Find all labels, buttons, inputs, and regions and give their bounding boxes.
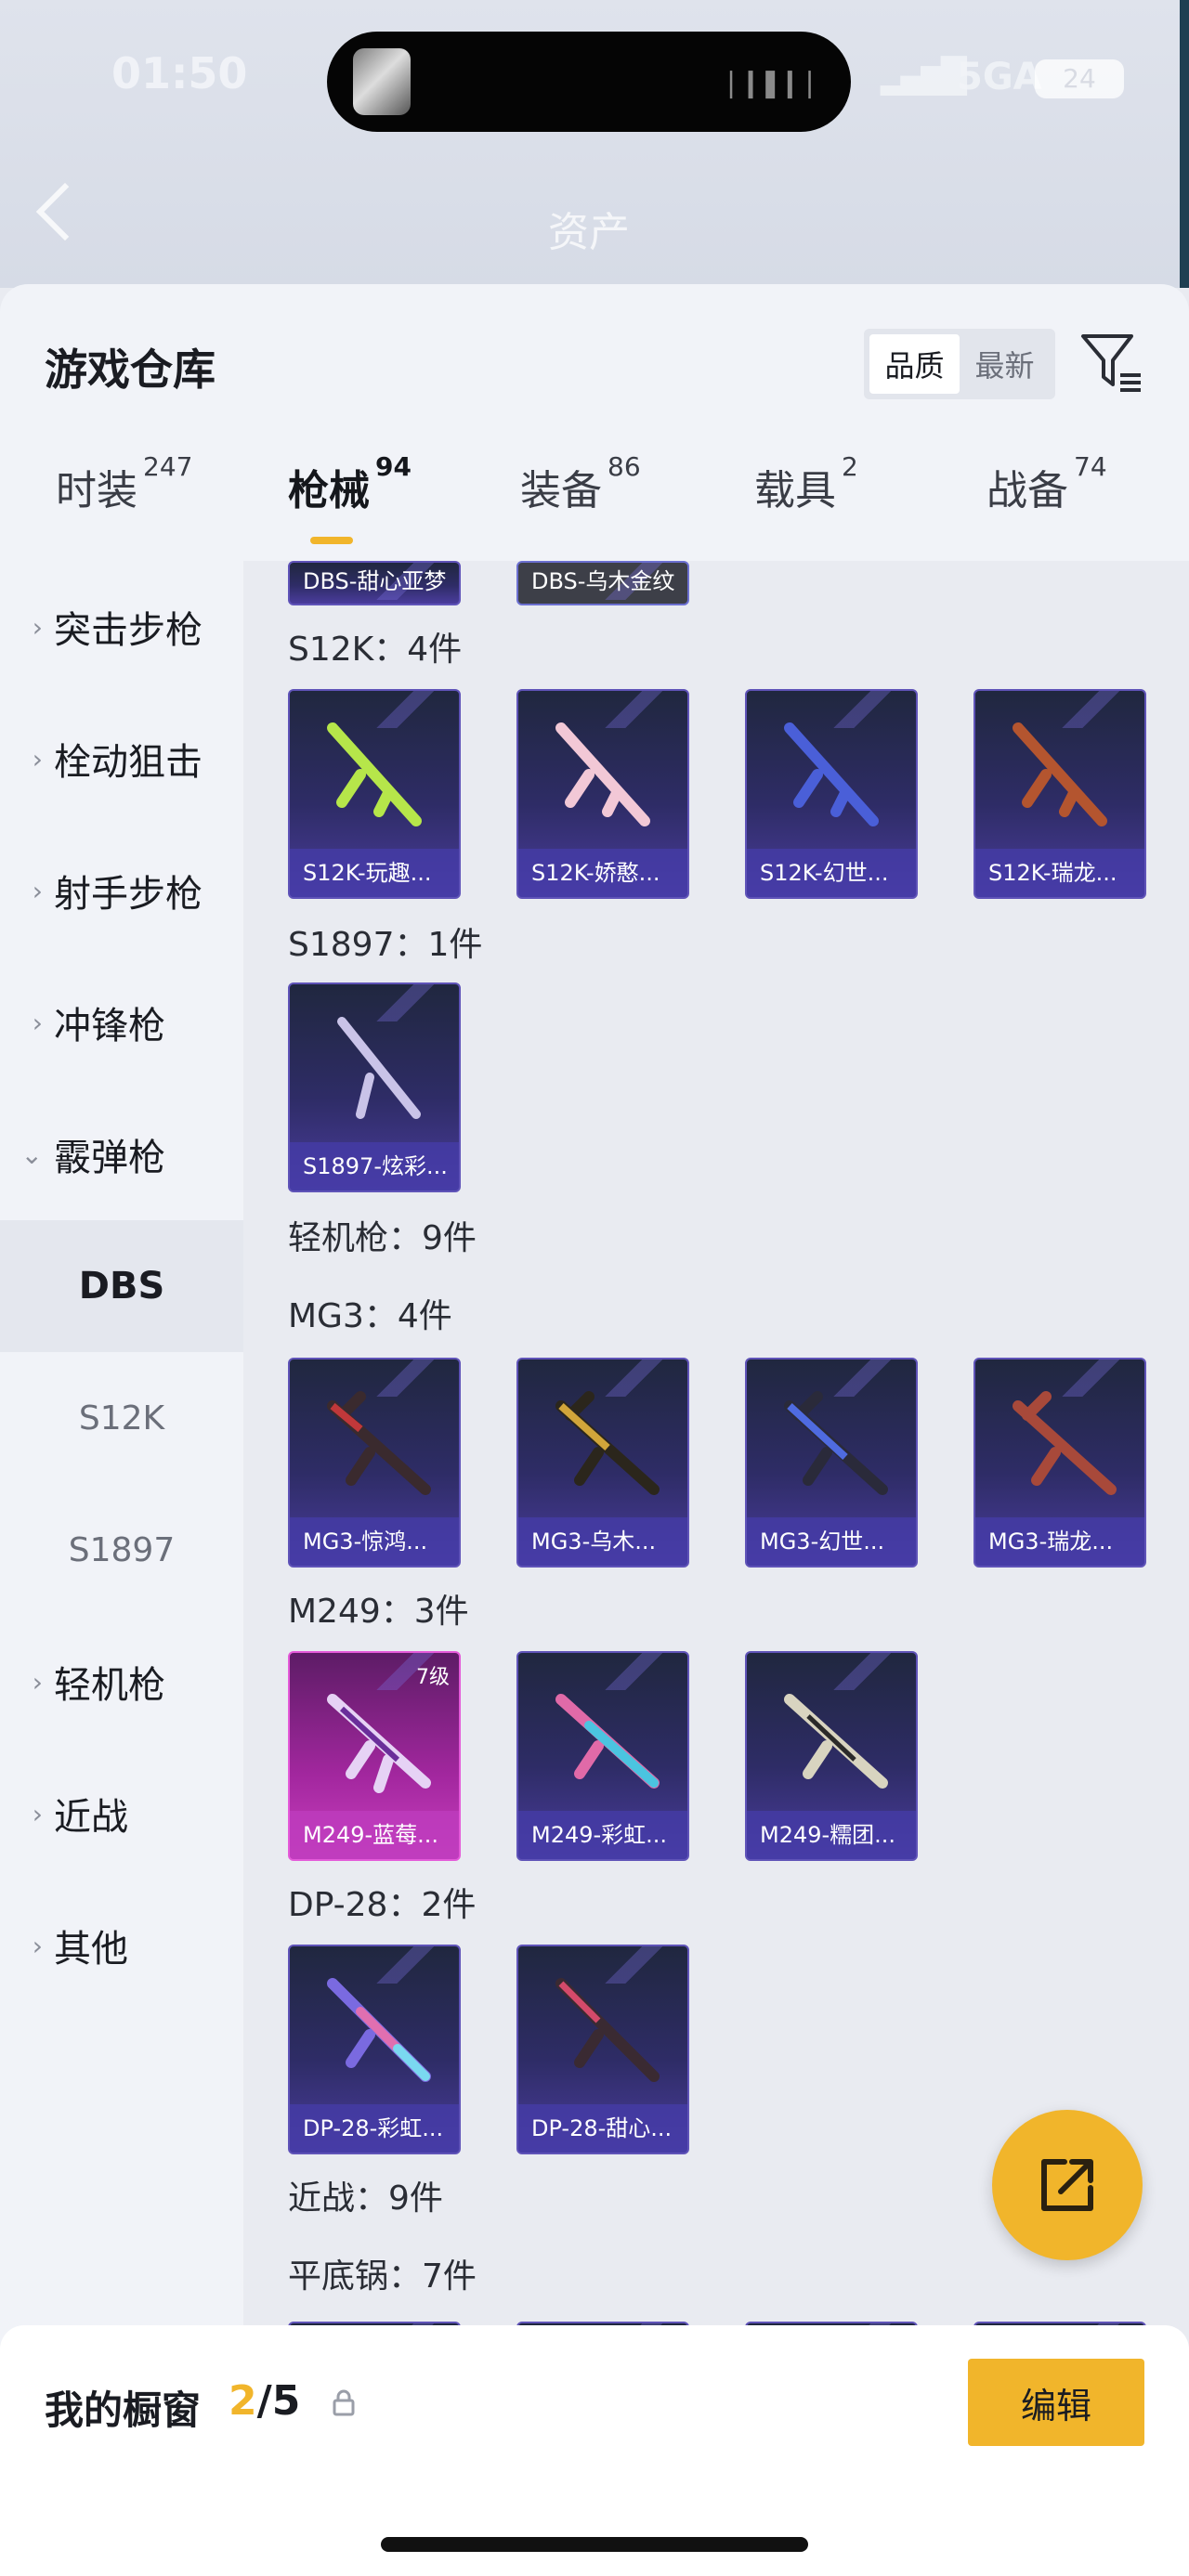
chevron-right-icon: › xyxy=(32,1798,43,1829)
weapon-grid: DBS-甜心亚梦 DBS-乌木金纹 S12K：4件 S12K-玩趣... S12… xyxy=(243,561,1189,2576)
sidebar-sub-dbs[interactable]: DBS xyxy=(0,1220,243,1352)
machine-gun-icon xyxy=(327,1694,431,1793)
chevron-right-icon: › xyxy=(32,743,43,774)
chevron-right-icon: › xyxy=(32,611,43,643)
weapon-tile[interactable]: M249-糯团... xyxy=(745,1651,918,1861)
signal-icon: ▂▄▆█ xyxy=(881,58,967,96)
weapon-tile[interactable]: S12K-幻世... xyxy=(745,689,918,899)
group-heading-s12k: S12K：4件 xyxy=(288,631,463,669)
weapon-tile[interactable]: DBS-乌木金纹 xyxy=(516,561,689,605)
tab-outfits[interactable]: 时装247 xyxy=(56,451,192,516)
sidebar-item-assault-rifle[interactable]: › 突击步枪 xyxy=(0,561,243,693)
machine-gun-icon xyxy=(784,1391,888,1495)
share-icon xyxy=(1041,2159,1093,2211)
now-playing-thumbnail xyxy=(353,48,411,115)
network-type: 5GA xyxy=(957,56,1042,98)
sidebar-item-lmg[interactable]: › 轻机枪 xyxy=(0,1616,243,1748)
audio-wave-icon: ❘❙❚❙❘ xyxy=(719,67,821,99)
showcase-count: 2/5 xyxy=(229,2377,301,2425)
sidebar-sub-s1897[interactable]: S1897 xyxy=(0,1484,243,1616)
home-indicator xyxy=(381,2537,808,2552)
sidebar-item-shotgun[interactable]: ⌄ 霰弹枪 xyxy=(0,1088,243,1220)
group-heading-lmg: 轻机枪：9件 xyxy=(288,1219,477,1257)
group-heading-dp28: DP-28：2件 xyxy=(288,1886,477,1924)
weapon-tile[interactable]: MG3-瑞龙... xyxy=(973,1358,1146,1568)
machine-gun-icon xyxy=(555,1694,660,1789)
battery-icon: 24 xyxy=(1035,59,1124,98)
active-tab-indicator xyxy=(310,537,353,544)
tab-supplies[interactable]: 战备74 xyxy=(986,451,1107,516)
weapon-tile[interactable]: M249-彩虹... xyxy=(516,1651,689,1861)
sheet-title: 游戏仓库 xyxy=(45,345,216,395)
shotgun-icon xyxy=(337,1017,421,1119)
showcase-label: 我的橱窗 xyxy=(45,2387,202,2433)
sidebar-sub-s12k[interactable]: S12K xyxy=(0,1352,243,1484)
sort-newest-button[interactable]: 最新 xyxy=(960,334,1050,394)
group-heading-mg3: MG3：4件 xyxy=(288,1297,452,1335)
group-heading-melee: 近战：9件 xyxy=(288,2179,443,2218)
shotgun-icon xyxy=(784,722,879,826)
weapon-tile[interactable]: S12K-娇憨... xyxy=(516,689,689,899)
machine-gun-icon xyxy=(555,1391,660,1495)
chevron-right-icon: › xyxy=(32,875,43,906)
chevron-right-icon: › xyxy=(32,1666,43,1698)
sidebar-item-smg[interactable]: › 冲锋枪 xyxy=(0,956,243,1088)
tab-guns[interactable]: 枪械94 xyxy=(288,451,412,516)
weapon-tile[interactable]: 7级 M249-蓝莓... xyxy=(288,1651,461,1861)
weapon-tile[interactable]: MG3-乌木... xyxy=(516,1358,689,1568)
sidebar-item-bolt-sniper[interactable]: › 栓动狙击 xyxy=(0,693,243,825)
sort-quality-button[interactable]: 品质 xyxy=(869,334,960,394)
machine-gun-icon xyxy=(327,1391,431,1495)
sidebar-item-marksman-rifle[interactable]: › 射手步枪 xyxy=(0,825,243,956)
edit-button[interactable]: 编辑 xyxy=(968,2359,1144,2446)
status-time: 01:50 xyxy=(111,48,248,98)
shotgun-icon xyxy=(555,722,650,826)
weapon-tile[interactable]: S12K-玩趣... xyxy=(288,689,461,899)
share-button[interactable] xyxy=(992,2110,1143,2260)
tab-equipment[interactable]: 装备86 xyxy=(520,451,641,516)
chevron-right-icon: › xyxy=(32,1007,43,1038)
weapon-tile[interactable]: S12K-瑞龙... xyxy=(973,689,1146,899)
header-title: 资产 xyxy=(548,209,630,256)
group-heading-m249: M249：3件 xyxy=(288,1593,469,1631)
machine-gun-icon xyxy=(327,1978,431,2082)
group-heading-pan: 平底锅：7件 xyxy=(288,2257,477,2296)
category-tabs: 时装247 枪械94 装备86 载具2 战备74 xyxy=(0,451,1189,550)
shotgun-icon xyxy=(1013,722,1107,826)
weapon-tile[interactable]: MG3-幻世... xyxy=(745,1358,918,1568)
weapon-tile[interactable]: DBS-甜心亚梦 xyxy=(288,561,461,605)
weapon-tile[interactable]: DP-28-彩虹... xyxy=(288,1945,461,2154)
weapon-tile[interactable]: DP-28-甜心... xyxy=(516,1945,689,2154)
dynamic-island: ❘❙❚❙❘ xyxy=(327,32,851,132)
tab-vehicles[interactable]: 载具2 xyxy=(754,451,858,516)
weapon-category-sidebar: › 突击步枪 › 栓动狙击 › 射手步枪 › 冲锋枪 ⌄ 霰弹枪 DBS S12K S18… xyxy=(0,561,243,2418)
machine-gun-icon xyxy=(555,1978,660,2082)
chevron-down-icon: ⌄ xyxy=(20,1138,43,1170)
machine-gun-icon xyxy=(1013,1391,1117,1495)
sort-toggle: 品质 最新 xyxy=(864,329,1055,399)
filter-icon[interactable] xyxy=(1079,331,1144,396)
lock-icon xyxy=(333,2389,355,2416)
shotgun-icon xyxy=(327,722,422,826)
group-heading-s1897: S1897：1件 xyxy=(288,926,483,964)
weapon-tile[interactable]: MG3-惊鸿... xyxy=(288,1358,461,1568)
chevron-right-icon: › xyxy=(32,1930,43,1961)
sidebar-item-other[interactable]: › 其他 xyxy=(0,1880,243,2011)
sidebar-item-melee[interactable]: › 近战 xyxy=(0,1748,243,1880)
weapon-tile[interactable]: S1897-炫彩... xyxy=(288,982,461,1192)
machine-gun-icon xyxy=(784,1694,888,1789)
